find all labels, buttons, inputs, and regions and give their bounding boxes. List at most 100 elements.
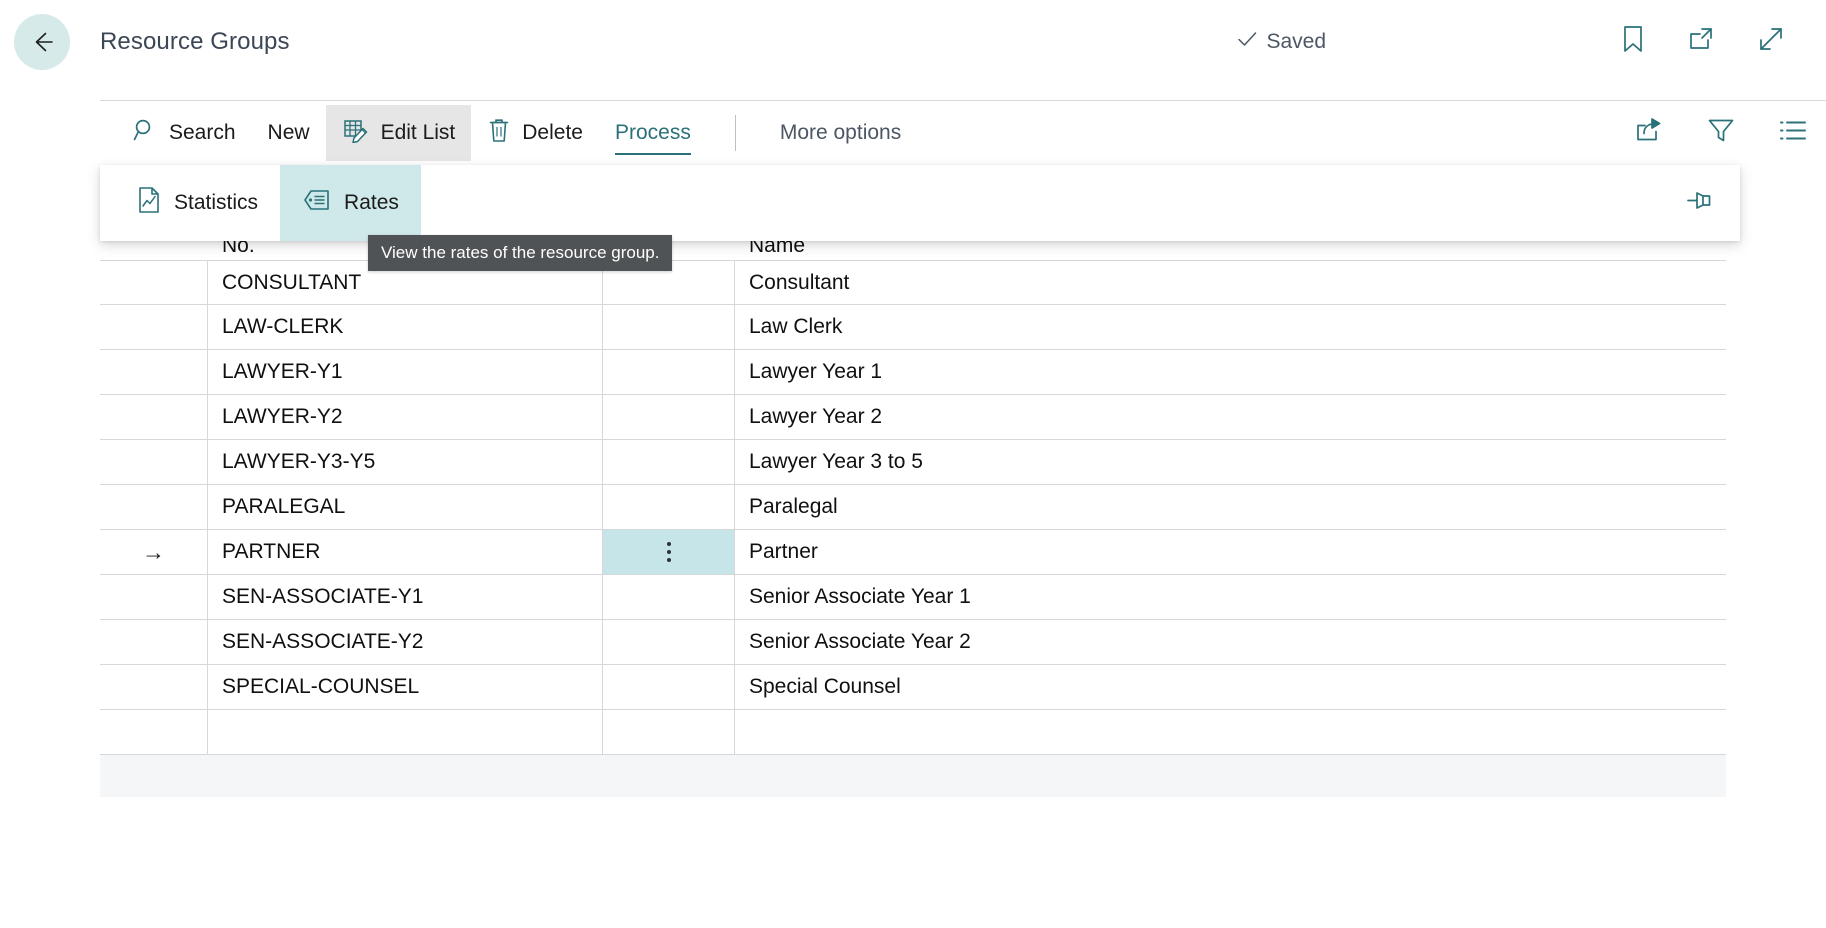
row-indicator [100,305,208,349]
cell-no[interactable]: LAWYER-Y3-Y5 [208,440,603,484]
toolbar-button-search[interactable]: Search [116,105,252,161]
tooltip: View the rates of the resource group. [368,235,673,271]
table-row[interactable]: LAWYER-Y3-Y5 Lawyer Year 3 to 5 [100,440,1726,485]
list-view-icon[interactable] [1778,118,1808,149]
share-icon[interactable] [1634,117,1664,150]
filter-icon[interactable] [1706,117,1736,150]
bookmark-icon[interactable] [1620,24,1646,59]
row-indicator [100,261,208,304]
rates-tag-icon [302,187,332,219]
cell-row-menu[interactable] [603,575,735,619]
table-footer-band [100,749,1726,797]
cell-no[interactable]: PARALEGAL [208,485,603,529]
toolbar-label-search: Search [169,121,236,144]
row-indicator [100,395,208,439]
toolbar-button-new[interactable]: New [252,105,326,161]
cell-name[interactable]: Law Clerk [735,305,1726,349]
table-row[interactable]: LAWYER-Y1 Lawyer Year 1 [100,350,1726,395]
toolbar-button-edit-list[interactable]: Edit List [325,105,472,161]
subtoolbar-button-statistics[interactable]: Statistics [114,165,280,241]
cell-no[interactable]: SEN-ASSOCIATE-Y2 [208,620,603,664]
row-indicator [100,710,208,754]
cell-row-menu[interactable] [603,305,735,349]
promoted-actions-panel: Statistics Rates [100,165,1740,241]
cell-row-menu[interactable] [603,485,735,529]
table-row[interactable]: LAWYER-Y2 Lawyer Year 2 [100,395,1726,440]
row-indicator [100,620,208,664]
cell-no[interactable]: LAWYER-Y2 [208,395,603,439]
cell-row-menu[interactable] [603,350,735,394]
subtoolbar-label-rates: Rates [344,191,399,214]
search-icon [132,117,158,149]
table-row[interactable]: CONSULTANT Consultant [100,260,1726,305]
table-row[interactable]: → PARTNER Partner [100,530,1726,575]
subtoolbar-button-rates[interactable]: Rates [280,165,421,241]
cell-row-menu[interactable] [603,620,735,664]
cell-name[interactable]: Partner [735,530,1726,574]
cell-row-menu[interactable] [603,710,735,754]
cell-no[interactable] [208,710,603,754]
toolbar-label-delete: Delete [522,121,583,144]
cell-row-menu[interactable] [603,395,735,439]
active-tab-underline [614,153,691,155]
toolbar-divider [734,115,736,151]
cell-no[interactable]: PARTNER [208,530,603,574]
toolbar-button-delete[interactable]: Delete [471,105,599,161]
cell-name[interactable]: Lawyer Year 2 [735,395,1726,439]
toolbar-right-icon-group [1634,117,1808,150]
table-row[interactable]: PARALEGAL Paralegal [100,485,1726,530]
toolbar-tab-process[interactable]: Process [599,105,707,161]
row-indicator [100,350,208,394]
cell-row-menu[interactable] [603,665,735,709]
back-arrow-icon [27,27,57,57]
resource-groups-table: No. Name CONSULTANT Consultant LAW-CLERK La… [100,228,1726,755]
status-badge: Saved [1236,28,1326,56]
table-row[interactable] [100,710,1726,755]
cell-no[interactable]: LAWYER-Y1 [208,350,603,394]
cell-no[interactable]: LAW-CLERK [208,305,603,349]
column-header-indicator [100,258,208,260]
cell-name[interactable] [735,710,1726,754]
table-row[interactable]: SEN-ASSOCIATE-Y2 Senior Associate Year 2 [100,620,1726,665]
row-indicator [100,485,208,529]
row-indicator: → [100,530,208,574]
cell-name[interactable]: Senior Associate Year 2 [735,620,1726,664]
cell-name[interactable]: Special Counsel [735,665,1726,709]
trash-icon [487,117,511,150]
cell-name[interactable]: Lawyer Year 3 to 5 [735,440,1726,484]
table-row[interactable]: SEN-ASSOCIATE-Y1 Senior Associate Year 1 [100,575,1726,620]
cell-no[interactable]: SEN-ASSOCIATE-Y1 [208,575,603,619]
toolbar-label-new: New [267,121,310,144]
table-row[interactable]: LAW-CLERK Law Clerk [100,305,1726,350]
cell-no[interactable]: SPECIAL-COUNSEL [208,665,603,709]
table-row[interactable]: SPECIAL-COUNSEL Special Counsel [100,665,1726,710]
saved-label: Saved [1266,30,1326,53]
checkmark-icon [1236,28,1258,56]
cell-name[interactable]: Paralegal [735,485,1726,529]
cell-name[interactable]: Lawyer Year 1 [735,350,1726,394]
vertical-ellipsis-icon[interactable] [666,542,671,562]
edit-list-icon [342,117,370,149]
current-row-arrow-icon: → [142,538,165,565]
page-title: Resource Groups [100,28,290,55]
page-header: Resource Groups Saved [0,0,1826,84]
open-in-new-window-icon[interactable] [1686,24,1716,59]
cell-row-menu[interactable] [603,440,735,484]
toolbar-button-more-options[interactable]: More options [764,105,917,161]
toolbar-label-process: Process [614,121,691,144]
command-toolbar: Search New Edit List Delete Process More… [100,100,1826,165]
statistics-chart-icon [136,185,162,221]
toolbar-label-edit-list: Edit List [380,121,456,144]
cell-name[interactable]: Senior Associate Year 1 [735,575,1726,619]
header-icon-group [1620,24,1786,59]
cell-name[interactable]: Consultant [735,261,1726,304]
row-indicator [100,440,208,484]
row-indicator [100,575,208,619]
cell-row-menu[interactable] [603,530,735,574]
subtoolbar-label-statistics: Statistics [174,191,259,214]
row-indicator [100,665,208,709]
pin-icon[interactable] [1684,188,1714,219]
toolbar-label-more-options: More options [779,121,902,144]
back-button[interactable] [14,14,70,70]
expand-icon[interactable] [1756,24,1786,59]
